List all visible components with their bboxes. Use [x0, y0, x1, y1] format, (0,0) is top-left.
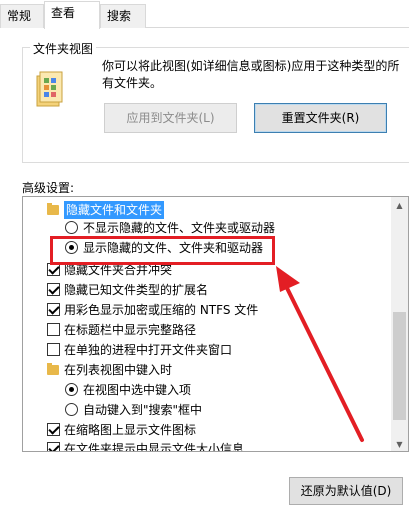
tab-bar: 常规 查看 搜索 [0, 0, 409, 29]
radio-option[interactable]: 不显示隐藏的文件、文件夹或驱动器 [65, 219, 275, 237]
scrollbar-thumb[interactable] [393, 312, 406, 420]
option-label: 在视图中选中键入项 [83, 383, 192, 397]
checkbox-option[interactable]: 在单独的进程中打开文件夹窗口 [47, 341, 232, 359]
tree-group-item: 在列表视图中键入时 [47, 361, 172, 379]
tab-general[interactable]: 常规 [0, 4, 44, 28]
option-label: 不显示隐藏的文件、文件夹或驱动器 [83, 221, 276, 235]
radio-button[interactable] [65, 383, 78, 396]
radio-option[interactable]: 自动键入到"搜索"框中 [65, 401, 202, 419]
option-label: 用彩色显示加密或压缩的 NTFS 文件 [64, 303, 259, 317]
folder-views-legend: 文件夹视图 [30, 40, 97, 57]
tab-view[interactable]: 查看 [44, 1, 100, 29]
checkbox[interactable] [47, 283, 60, 296]
scroll-up-icon[interactable]: ▲ [391, 197, 408, 214]
vertical-scrollbar[interactable]: ▲ ▼ [391, 197, 408, 451]
option-label: 隐藏文件和文件夹 [64, 201, 165, 219]
option-label: 在缩略图上显示文件图标 [64, 423, 197, 437]
radio-option[interactable]: 在视图中选中键入项 [65, 381, 191, 399]
checkbox-option[interactable]: 用彩色显示加密或压缩的 NTFS 文件 [47, 301, 258, 319]
option-label: 在单独的进程中打开文件夹窗口 [64, 343, 233, 357]
restore-defaults-button[interactable]: 还原为默认值(D) [289, 477, 403, 505]
reset-folders-button[interactable]: 重置文件夹(R) [254, 103, 387, 133]
folder-view-icon [36, 71, 63, 107]
annotation-highlight-box [50, 236, 275, 265]
option-label: 在标题栏中显示完整路径 [64, 323, 197, 337]
checkbox-option[interactable]: 隐藏已知文件类型的扩展名 [47, 281, 208, 299]
tab-search[interactable]: 搜索 [100, 4, 146, 28]
checkbox[interactable] [47, 343, 60, 356]
radio-button[interactable] [65, 221, 78, 234]
checkbox[interactable] [47, 323, 60, 336]
checkbox[interactable] [47, 303, 60, 316]
folder-icon [47, 363, 59, 375]
option-label: 在列表视图中键入时 [64, 363, 173, 377]
checkbox-option[interactable]: 在缩略图上显示文件图标 [47, 421, 196, 439]
tree-group-item: 隐藏文件和文件夹 [47, 201, 165, 219]
apply-to-folders-button[interactable]: 应用到文件夹(L) [104, 103, 237, 133]
checkbox-option[interactable]: 在标题栏中显示完整路径 [47, 321, 196, 339]
advanced-settings-tree[interactable]: 隐藏文件和文件夹 不显示隐藏的文件、文件夹或驱动器 显示隐藏的文件、文件夹和驱动器隐… [22, 196, 409, 452]
radio-button[interactable] [65, 403, 78, 416]
option-label: 隐藏已知文件类型的扩展名 [64, 283, 209, 297]
folder-icon [47, 203, 59, 215]
option-label: 在文件夹提示中显示文件大小信息 [64, 442, 245, 452]
checkbox[interactable] [47, 442, 60, 451]
folder-views-description: 你可以将此视图(如详细信息或图标)应用于这种类型的所有文件夹。 [102, 59, 400, 90]
checkbox[interactable] [47, 423, 60, 436]
scroll-down-icon[interactable]: ▼ [391, 436, 408, 451]
advanced-settings-label: 高级设置: [22, 181, 75, 195]
checkbox-option[interactable]: 在文件夹提示中显示文件大小信息 [47, 440, 245, 452]
option-label: 自动键入到"搜索"框中 [83, 403, 203, 417]
